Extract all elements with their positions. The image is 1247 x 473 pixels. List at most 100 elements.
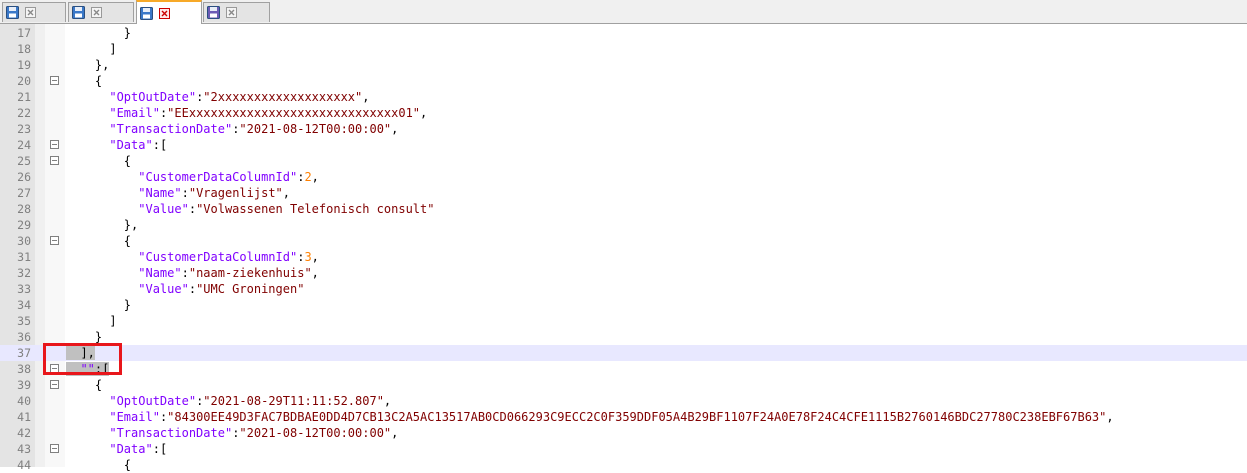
line-number: 34 [17, 298, 31, 312]
line-number: 22 [17, 106, 31, 120]
code-text: }, [66, 58, 110, 72]
code-text: "Name":"Vragenlijst", [138, 186, 290, 200]
code-text: "Email":"84300EE49D3FAC7BDBAE0DD4D7CB13C… [109, 410, 1114, 424]
save-disk-icon [72, 6, 85, 19]
line-number: 31 [17, 250, 31, 264]
code-line[interactable]: 18 ] [0, 41, 1247, 57]
tab-1-json[interactable] [2, 2, 66, 22]
line-number: 24 [17, 138, 31, 152]
code-text: "TransactionDate":"2021-08-12T00:00:00", [109, 426, 399, 440]
line-number: 25 [17, 154, 31, 168]
code-line[interactable]: 43 "Data":[ [0, 441, 1247, 457]
line-number: 32 [17, 266, 31, 280]
code-line[interactable]: 27 "Name":"Vragenlijst", [0, 185, 1247, 201]
fold-toggle-icon[interactable] [50, 140, 59, 149]
code-text: ] [66, 314, 117, 328]
code-line[interactable]: 17 } [0, 25, 1247, 41]
code-line[interactable]: 20 { [0, 73, 1247, 89]
code-line[interactable]: 23 "TransactionDate":"2021-08-12T00:00:0… [0, 121, 1247, 137]
code-text: { [66, 74, 103, 88]
code-line[interactable]: 24 "Data":[ [0, 137, 1247, 153]
code-line[interactable]: 42 "TransactionDate":"2021-08-12T00:00:0… [0, 425, 1247, 441]
line-number: 29 [17, 218, 31, 232]
tab-2-json[interactable] [68, 2, 134, 22]
code-line[interactable]: 25 { [0, 153, 1247, 169]
code-line[interactable]: 41 "Email":"84300EE49D3FAC7BDBAE0DD4D7CB… [0, 409, 1247, 425]
code-line[interactable]: 32 "Name":"naam-ziekenhuis", [0, 265, 1247, 281]
line-number: 43 [17, 442, 31, 456]
code-line[interactable]: 31 "CustomerDataColumnId":3, [0, 249, 1247, 265]
code-text: { [66, 378, 103, 392]
code-line[interactable]: 35 ] [0, 313, 1247, 329]
line-number: 44 [17, 458, 31, 472]
save-disk-icon [207, 6, 220, 19]
fold-toggle-icon[interactable] [50, 236, 59, 245]
fold-toggle-icon[interactable] [50, 156, 59, 165]
code-line[interactable]: 21 "OptOutDate":"2xxxxxxxxxxxxxxxxxxx", [0, 89, 1247, 105]
code-line[interactable]: 40 "OptOutDate":"2021-08-29T11:11:52.807… [0, 393, 1247, 409]
code-text: "Email":"EExxxxxxxxxxxxxxxxxxxxxxxxxxxxx… [109, 106, 428, 120]
code-text: ] [66, 42, 117, 56]
close-tab-icon[interactable] [159, 7, 170, 19]
code-line[interactable]: 22 "Email":"EExxxxxxxxxxxxxxxxxxxxxxxxxx… [0, 105, 1247, 121]
line-number: 36 [17, 330, 31, 344]
code-text: "Name":"naam-ziekenhuis", [138, 266, 319, 280]
line-number: 30 [17, 234, 31, 248]
code-line[interactable]: 26 "CustomerDataColumnId":2, [0, 169, 1247, 185]
line-number: 39 [17, 378, 31, 392]
line-number: 40 [17, 394, 31, 408]
line-number: 37 [17, 346, 31, 360]
save-disk-icon [140, 6, 153, 20]
line-number: 42 [17, 426, 31, 440]
code-text: { [66, 234, 132, 248]
code-line[interactable]: 30 { [0, 233, 1247, 249]
tab-new-1[interactable] [203, 2, 270, 22]
tab-3-json[interactable] [136, 0, 202, 24]
code-text: "Data":[ [109, 442, 168, 456]
code-line[interactable]: 29 }, [0, 217, 1247, 233]
close-tab-icon[interactable] [226, 7, 237, 18]
tab-bar [0, 0, 1247, 24]
code-text: "Value":"UMC Groningen" [138, 282, 305, 296]
code-line[interactable]: 38 "":[ [0, 361, 1247, 377]
code-text: { [66, 154, 132, 168]
line-number: 35 [17, 314, 31, 328]
code-text: "OptOutDate":"2xxxxxxxxxxxxxxxxxxx", [109, 90, 370, 104]
line-number: 23 [17, 122, 31, 136]
code-line[interactable]: 19 }, [0, 57, 1247, 73]
line-number: 19 [17, 58, 31, 72]
code-text: }, [66, 218, 139, 232]
close-tab-icon[interactable] [25, 7, 36, 18]
code-line[interactable]: 33 "Value":"UMC Groningen" [0, 281, 1247, 297]
code-text: { [66, 458, 132, 472]
code-text: } [66, 298, 132, 312]
line-number: 41 [17, 410, 31, 424]
line-number: 18 [17, 42, 31, 56]
editor[interactable]: 17 } 18 ] 19 }, 20 {21 "OptOutDate":"2xxxxx… [0, 24, 1247, 472]
code-text: } [66, 26, 132, 40]
code-line[interactable]: 34 } [0, 297, 1247, 313]
save-disk-icon [6, 6, 19, 19]
code-line[interactable]: 28 "Value":"Volwassenen Telefonisch cons… [0, 201, 1247, 217]
code-line[interactable]: 36 } [0, 329, 1247, 345]
code-text: "CustomerDataColumnId":3, [138, 250, 319, 264]
code-text: "TransactionDate":"2021-08-12T00:00:00", [109, 122, 399, 136]
close-tab-icon[interactable] [91, 7, 102, 18]
code-text: "Value":"Volwassenen Telefonisch consult… [138, 202, 435, 216]
fold-toggle-icon[interactable] [50, 380, 59, 389]
line-number: 20 [17, 74, 31, 88]
code-line[interactable]: 44 { [0, 457, 1247, 473]
annotation-highlight-box [43, 343, 122, 375]
code-line[interactable]: 37 ], [0, 345, 1247, 361]
code-line[interactable]: 39 { [0, 377, 1247, 393]
line-number: 21 [17, 90, 31, 104]
line-number: 38 [17, 362, 31, 376]
line-number: 33 [17, 282, 31, 296]
fold-toggle-icon[interactable] [50, 76, 59, 85]
code-text: "Data":[ [109, 138, 168, 152]
line-number: 28 [17, 202, 31, 216]
fold-toggle-icon[interactable] [50, 444, 59, 453]
line-number: 27 [17, 186, 31, 200]
code-text: "CustomerDataColumnId":2, [138, 170, 319, 184]
line-number: 26 [17, 170, 31, 184]
